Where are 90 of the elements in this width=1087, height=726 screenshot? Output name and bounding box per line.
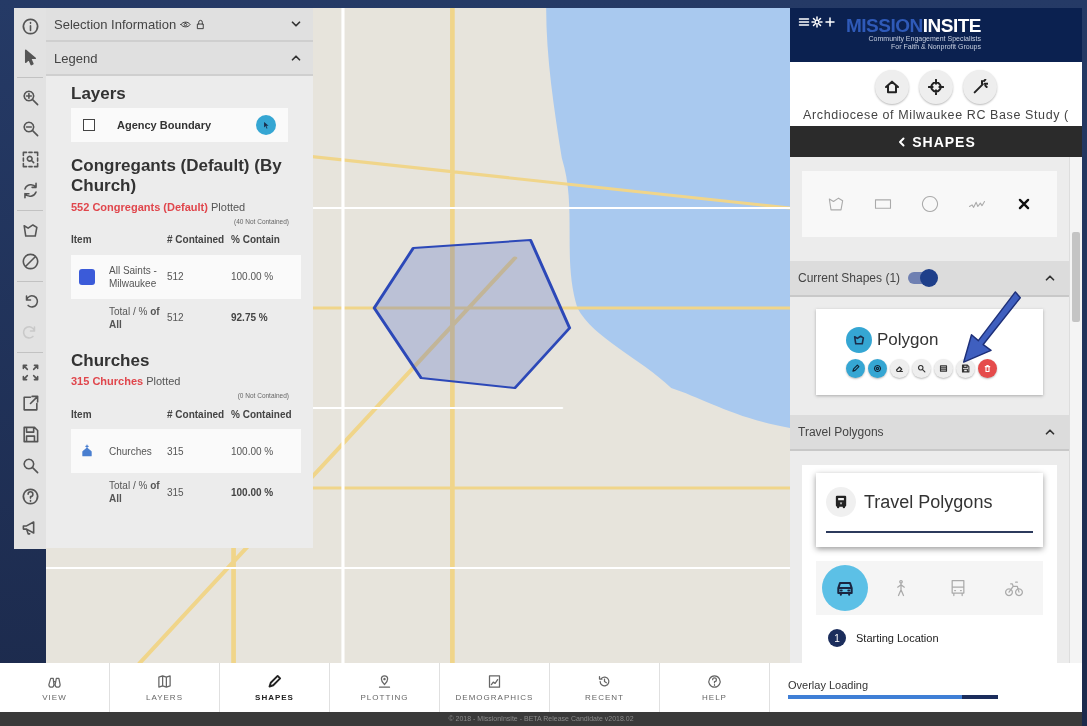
overlay-loading-label: Overlay Loading <box>788 679 870 691</box>
export-icon <box>20 394 40 413</box>
layers-heading: Layers <box>71 84 127 104</box>
eraser-icon <box>895 363 904 373</box>
pencil-icon <box>267 673 282 689</box>
locate-button[interactable] <box>919 70 953 104</box>
zoom-out-icon <box>20 119 40 138</box>
zoom-box-icon <box>20 150 40 169</box>
polygon-icon <box>20 221 40 240</box>
target-button[interactable] <box>868 358 887 378</box>
legend-header[interactable]: Legend <box>46 42 313 76</box>
study-title: Archdiocese of Milwaukee RC Base Study ( <box>803 108 1069 122</box>
logo-text: MISSION <box>846 15 923 36</box>
current-shapes-header[interactable]: Current Shapes (1) <box>790 261 1069 297</box>
layer-label: Agency Boundary <box>117 119 212 131</box>
close-icon <box>1016 197 1031 211</box>
table-cell-text: All Saints - Milwaukee <box>109 263 158 290</box>
column-header: # Contained <box>167 408 226 420</box>
table-cell-text: 100.00 % <box>231 486 275 498</box>
map-pin-icon <box>377 673 392 689</box>
settings-icon[interactable] <box>811 16 823 28</box>
eye-icon <box>180 18 192 30</box>
circle-icon <box>919 194 940 214</box>
menu-icon[interactable] <box>798 16 810 28</box>
search-button[interactable] <box>912 358 931 378</box>
table-cell-text: 92.75 % <box>231 312 269 324</box>
section-heading: Congregants (Default) (By Church) <box>71 156 283 197</box>
selection-information-header[interactable]: Selection Information <box>46 8 313 42</box>
car-mode-button[interactable] <box>822 565 868 611</box>
save-icon <box>20 425 40 444</box>
card-title: Travel Polygons <box>864 491 993 513</box>
back-to-shapes-button[interactable]: SHAPES <box>790 126 1082 157</box>
total-label: Total / % of All <box>109 304 161 331</box>
trash-icon <box>983 363 992 373</box>
help-icon <box>20 487 40 506</box>
search-icon <box>917 363 926 373</box>
table-cell-text: 100.00 % <box>231 445 275 457</box>
help-icon <box>707 673 722 689</box>
trash-button[interactable] <box>978 358 997 378</box>
checkbox[interactable] <box>83 119 95 131</box>
magic-wand-icon <box>972 79 988 95</box>
table-cell-text: 512 <box>167 271 185 283</box>
table-button[interactable] <box>934 358 953 378</box>
eraser-button[interactable] <box>890 358 909 378</box>
column-header: % Contain <box>231 234 281 246</box>
layer-pointer-button[interactable] <box>256 115 276 135</box>
save-icon <box>961 363 970 373</box>
wand-button[interactable] <box>963 70 997 104</box>
plotted-label: Plotted <box>146 375 181 388</box>
table-cell-text: 512 <box>167 312 185 324</box>
save-button[interactable] <box>956 358 975 378</box>
total-label: Total / % of All <box>109 479 161 506</box>
travel-polygons-header[interactable]: Travel Polygons <box>790 415 1069 451</box>
logo-text: INSITE <box>922 15 981 36</box>
pencil-button[interactable] <box>846 358 865 378</box>
table-cell-text: 100.00 % <box>231 271 275 283</box>
column-header: % Contained <box>231 408 293 420</box>
crosshair-icon <box>928 79 944 95</box>
toggle-switch[interactable] <box>908 272 937 284</box>
no-entry-icon <box>20 252 40 271</box>
table-cell-text: 315 <box>167 445 185 457</box>
plotted-label: Plotted <box>211 200 246 213</box>
plotted-count: 315 Churches <box>71 375 144 388</box>
table-icon <box>939 363 948 373</box>
fullscreen-icon <box>20 363 40 382</box>
info-icon <box>20 17 40 36</box>
history-icon <box>597 673 612 689</box>
plotted-count: 552 Congregants (Default) <box>71 200 208 213</box>
lock-icon <box>195 18 207 30</box>
table-cell: Churches <box>109 444 152 458</box>
search-icon <box>20 456 40 475</box>
table-cell-text: 315 <box>167 486 185 498</box>
shape-name: Polygon <box>877 329 939 350</box>
section-heading: Churches <box>71 350 151 372</box>
scrollbar-thumb[interactable] <box>1072 232 1080 322</box>
home-button[interactable] <box>875 70 909 104</box>
column-header: Item <box>71 408 93 420</box>
home-icon <box>884 79 900 95</box>
polygon-icon <box>846 326 872 353</box>
step-label: Starting Location <box>856 632 939 644</box>
zoom-in-icon <box>20 88 40 107</box>
target-icon <box>873 363 882 373</box>
bus-icon <box>826 487 856 517</box>
pencil-icon <box>851 363 860 373</box>
column-header: # Contained <box>167 234 226 246</box>
plus-icon[interactable] <box>824 16 836 28</box>
step-number: 1 <box>828 629 846 647</box>
map-icon <box>157 673 172 689</box>
chart-icon <box>487 673 502 689</box>
column-header: Item <box>71 234 93 246</box>
